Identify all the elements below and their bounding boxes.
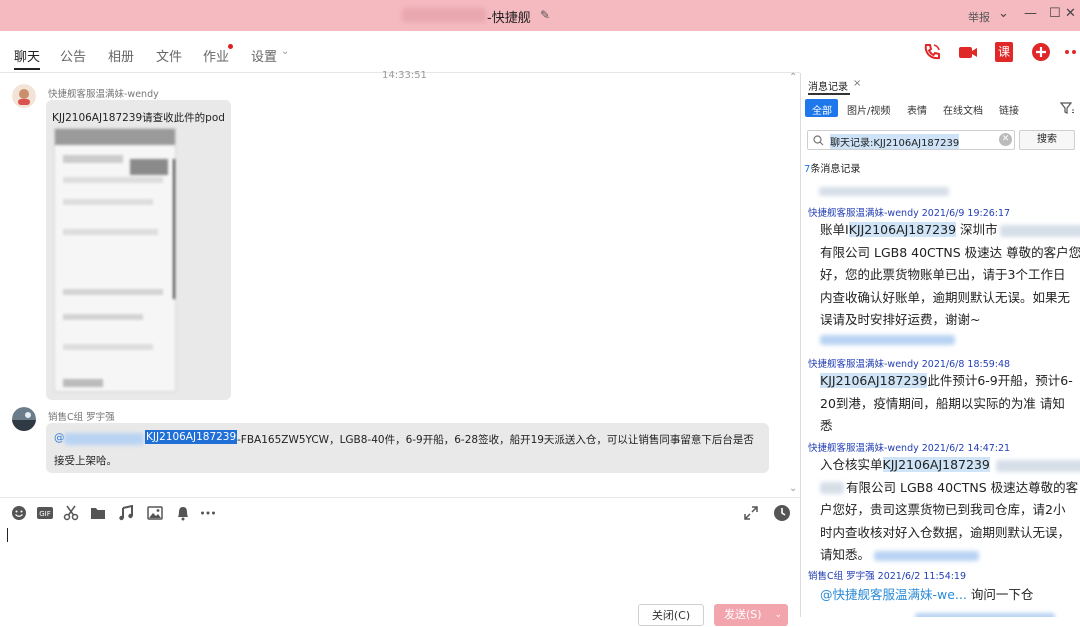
close-button[interactable]: 关闭(C) — [638, 604, 704, 626]
close-panel-icon[interactable]: × — [853, 78, 861, 89]
chevron-down-icon[interactable]: ⌄ — [998, 6, 1009, 21]
search-value: 聊天记录:KJJ2106AJ187239 — [830, 134, 960, 149]
mention-name-redacted — [64, 433, 144, 445]
result-keyword: KJJ2106AJ187239 — [820, 373, 928, 388]
result-item[interactable]: @快捷舰客服温满妹-we... 询问一下仓 — [820, 584, 1055, 617]
send-label: 发送(S) — [724, 608, 762, 621]
minimize-icon[interactable]: — — [1024, 6, 1037, 21]
result-text: 有限公司 LGB8 40CTNS 极速达尊敬的客 — [846, 479, 1079, 495]
collapse-down-icon[interactable]: ⌄ — [789, 483, 797, 494]
composer-toolbar: GIF — [0, 497, 800, 527]
more-icon[interactable] — [200, 505, 216, 521]
result-item[interactable]: 账单IKJJ2106AJ187239 深圳市 有限公司 LGB8 40CTNS … — [820, 219, 1080, 332]
mention-text[interactable]: @ — [54, 432, 65, 444]
selected-order-number[interactable]: KJJ2106AJ187239 — [145, 430, 238, 444]
avatar[interactable] — [12, 407, 36, 431]
report-button[interactable]: 举报 — [968, 9, 990, 25]
filter-links[interactable]: 链接 — [999, 102, 1019, 117]
result-keyword: KJJ2106AJ187239 — [848, 222, 957, 237]
history-search-input[interactable]: 聊天记录:KJJ2106AJ187239 ✕ — [807, 130, 1015, 150]
emoji-icon[interactable] — [11, 505, 27, 521]
result-text: 请知悉。 — [820, 547, 871, 562]
result-text: 时内查收核对好入仓数据，逾期则默认无误， — [820, 524, 1071, 540]
more-icon[interactable] — [1064, 42, 1080, 62]
redacted-text — [874, 550, 980, 561]
scissors-icon[interactable] — [63, 505, 79, 521]
chat-area[interactable]: 14:33:51 ⌃ 快捷舰客服温满妹-wendy KJJ2106AJ18723… — [0, 0, 800, 496]
message-bubble[interactable]: KJJ2106AJ187239请查收此件的pod — [46, 100, 231, 400]
gif-icon[interactable]: GIF — [37, 505, 53, 521]
redacted-line — [819, 187, 949, 196]
result-header: 快捷舰客服温满妹-wendy 2021/6/9 19:26:17 — [808, 208, 1011, 219]
redacted-text — [820, 482, 844, 494]
redacted-line — [820, 335, 955, 345]
message-text-line2: 接受上架哈。 — [54, 455, 117, 467]
collapse-up-icon[interactable]: ⌃ — [789, 72, 797, 83]
result-text: 账单I — [820, 222, 849, 237]
filter-all[interactable]: 全部 — [812, 102, 832, 117]
classroom-icon[interactable]: 课 — [995, 42, 1013, 62]
message-bubble[interactable]: @ KJJ2106AJ187239 -FBA165ZW5YCW，LGB8-40件… — [46, 423, 769, 473]
avatar[interactable] — [12, 84, 36, 108]
filter-icon[interactable] — [1060, 102, 1074, 114]
panel-title: 消息记录 — [808, 82, 848, 93]
maximize-icon[interactable]: ☐ — [1049, 6, 1061, 21]
result-text: 内查收确认好账单，逾期则默认无误。如果无 — [820, 289, 1071, 305]
redacted-text — [999, 224, 1080, 237]
result-count-label: 条消息记录 — [810, 164, 861, 175]
result-item[interactable]: 入仓核实单KJJ2106AJ187239 有限公司 LGB8 40CTNS 极速… — [820, 454, 1080, 567]
redacted-text — [915, 613, 1055, 617]
message-input[interactable] — [0, 528, 800, 598]
result-text: 误请及时安排好运费，谢谢~ — [820, 312, 981, 327]
result-text: 此件预计6-9开船，预计6- — [927, 373, 1073, 388]
filter-media[interactable]: 图片/视频 — [847, 102, 890, 117]
send-options-icon[interactable]: ⌄ — [774, 604, 782, 626]
filter-sticker[interactable]: 表情 — [907, 102, 927, 117]
message-time: 14:33:51 — [382, 70, 427, 81]
result-text: 悉 — [820, 418, 833, 433]
result-text: 深圳市 — [956, 222, 998, 237]
send-button[interactable]: 发送(S) ⌄ — [714, 604, 788, 626]
panel-tab-underline — [808, 93, 850, 95]
image-icon[interactable] — [147, 505, 163, 521]
bell-icon[interactable] — [175, 505, 191, 521]
result-item[interactable]: KJJ2106AJ187239此件预计6-9开船，预计6- 20到港，疫情期间，… — [820, 370, 1073, 438]
result-header: 快捷舰客服温满妹-wendy 2021/6/8 18:59:48 — [808, 359, 1011, 370]
result-text: 有限公司 LGB8 40CTNS 极速达 尊敬的客户您 — [820, 244, 1080, 260]
result-text: 户您好，贵司这票货物已到我司仓库，请2小 — [820, 502, 1066, 517]
search-icon — [813, 135, 824, 146]
search-button[interactable]: 搜索 — [1019, 130, 1075, 150]
result-header: 快捷舰客服温满妹-wendy 2021/6/2 14:47:21 — [808, 443, 1011, 454]
redacted-text — [995, 459, 1080, 472]
sender-name: 快捷舰客服温满妹-wendy — [48, 89, 159, 100]
result-header: 销售C组 罗宇强 2021/6/2 11:54:19 — [808, 571, 967, 582]
result-count: 7条消息记录 — [804, 160, 860, 175]
sender-name: 销售C组 罗宇强 — [48, 412, 115, 423]
filter-docs[interactable]: 在线文档 — [943, 102, 983, 117]
close-window-icon[interactable]: ✕ — [1065, 6, 1076, 21]
clear-search-icon[interactable]: ✕ — [999, 133, 1012, 146]
result-text: 询问一下仓 — [966, 587, 1034, 602]
message-text: KJJ2106AJ187239请查收此件的pod — [52, 112, 225, 124]
video-call-icon[interactable] — [958, 42, 978, 62]
message-text: -FBA165ZW5YCW，LGB8-40件，6-9开船，6-28签收，船开19… — [237, 434, 754, 446]
result-text: 20到港，疫情期间，船期以实际的为准 请知 — [820, 395, 1065, 411]
pod-image[interactable] — [54, 128, 176, 392]
folder-icon[interactable] — [90, 505, 106, 521]
svg-text:GIF: GIF — [39, 510, 51, 518]
add-circle-icon[interactable] — [1031, 42, 1051, 62]
expand-icon[interactable] — [743, 505, 759, 521]
result-keyword: KJJ2106AJ187239 — [882, 457, 990, 472]
message-history-panel: 消息记录 × 全部 图片/视频 表情 在线文档 链接 聊天记录:KJJ2106A… — [800, 73, 1080, 617]
music-icon[interactable] — [118, 505, 134, 521]
result-text: 好，您的此票货物账单已出，请于3个工作日 — [820, 267, 1066, 282]
history-clock-icon[interactable] — [773, 504, 791, 522]
result-text: 入仓核实单 — [820, 457, 883, 472]
voice-call-icon[interactable] — [922, 42, 942, 62]
result-mention[interactable]: @快捷舰客服温满妹-we... — [820, 587, 967, 602]
